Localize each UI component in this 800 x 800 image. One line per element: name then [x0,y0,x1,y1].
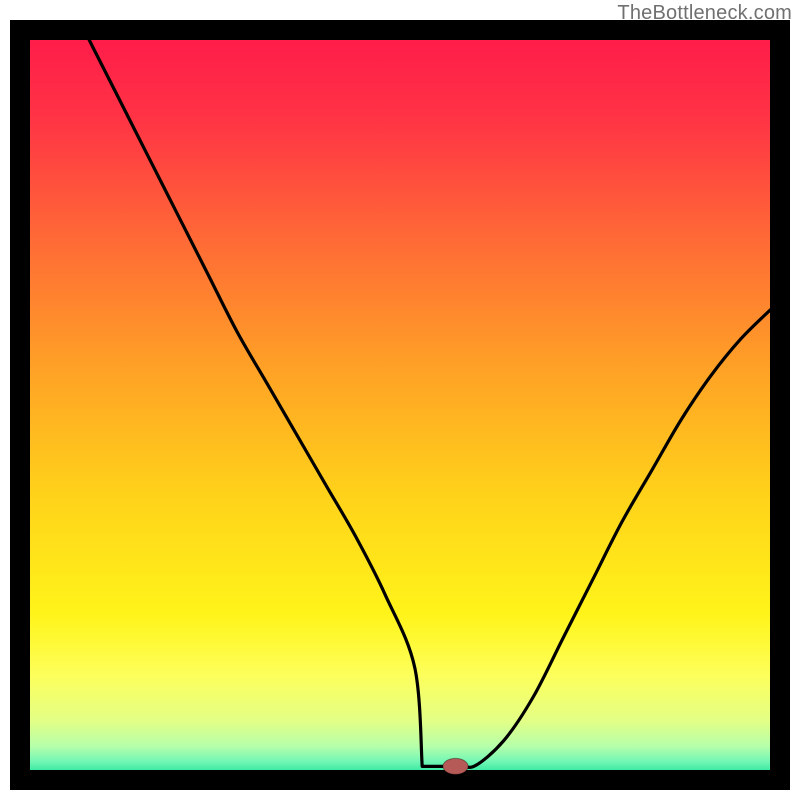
chart-frame: TheBottleneck.com [0,0,800,800]
plot-background [20,30,780,780]
watermark-text: TheBottleneck.com [617,2,792,25]
optimum-marker [443,758,468,774]
bottleneck-chart [0,0,800,800]
